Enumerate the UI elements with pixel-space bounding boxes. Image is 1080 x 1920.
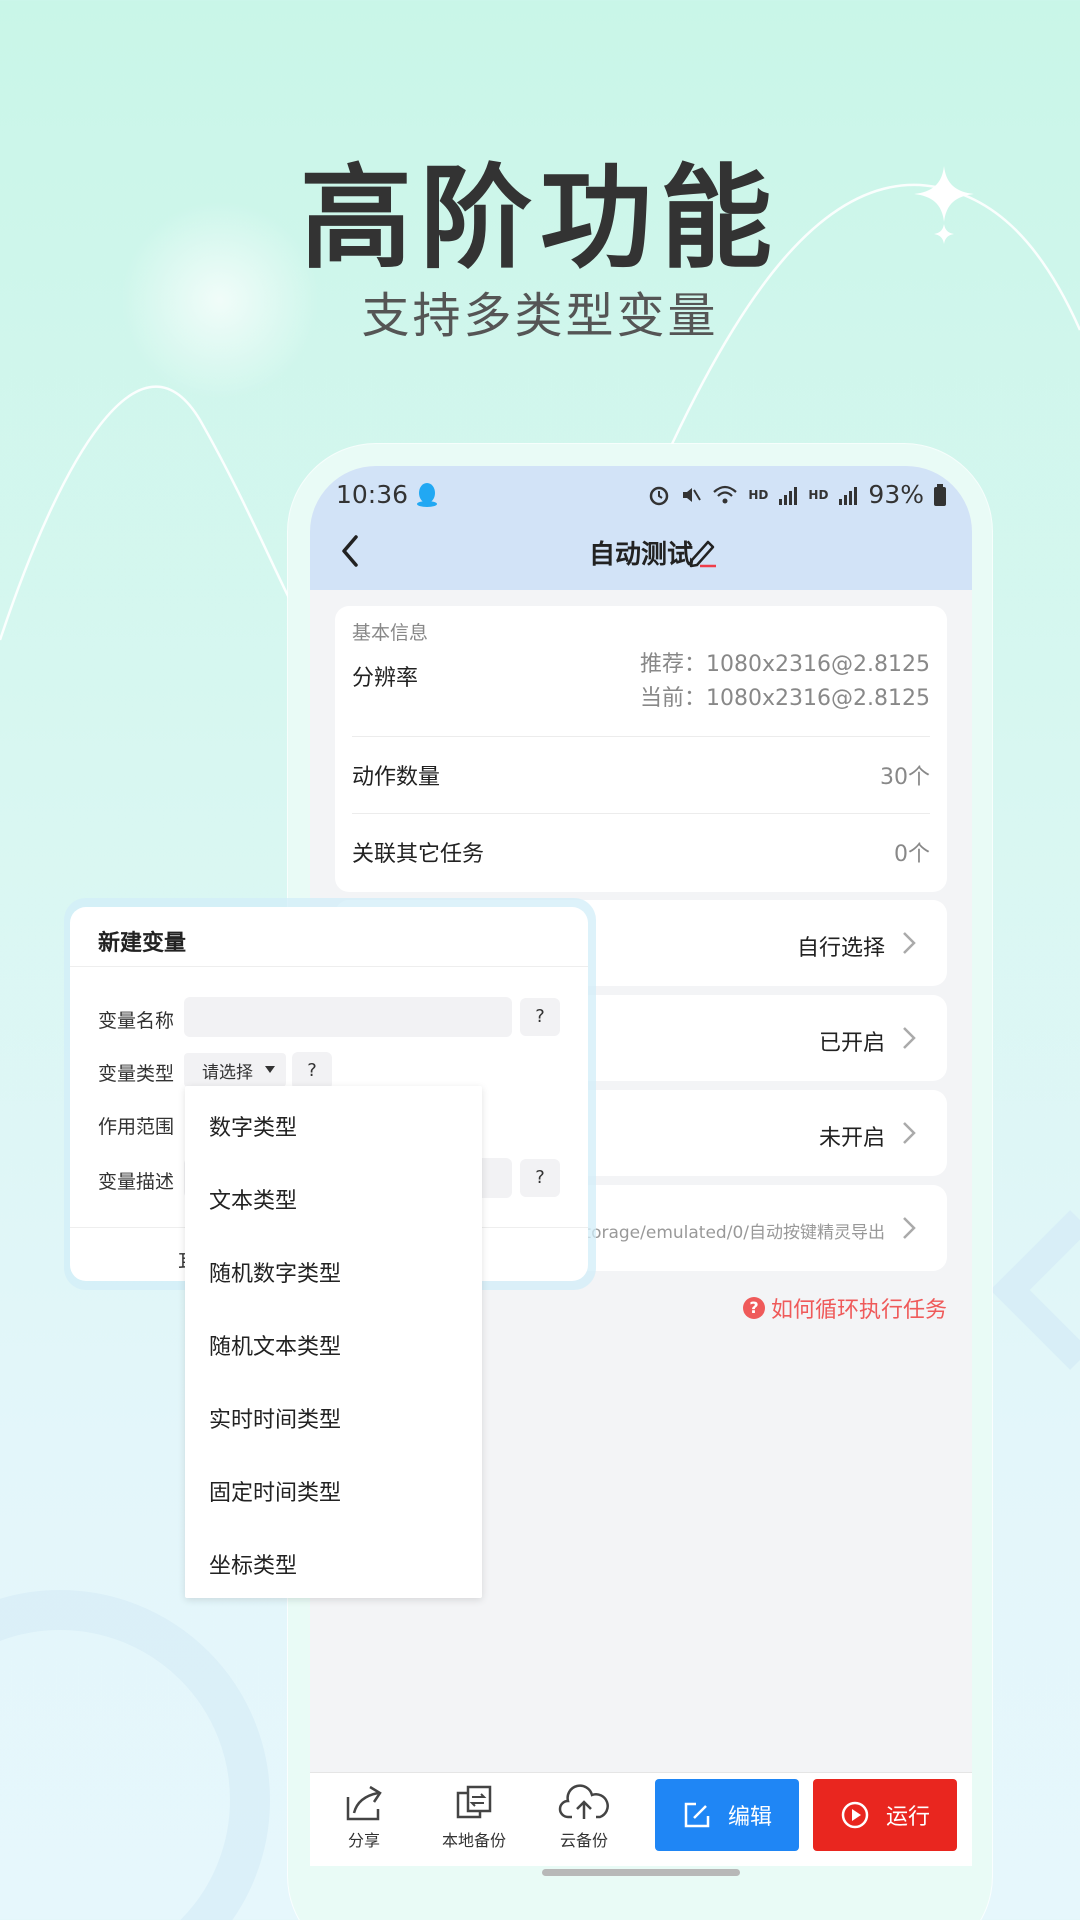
- loop-help-link[interactable]: ? 如何循环执行任务: [742, 1292, 947, 1324]
- linked-tasks-value: 0个: [894, 842, 930, 867]
- bottom-toolbar: 分享 本地备份 云备份 编辑 运行: [310, 1772, 972, 1866]
- hd-badge-2: HD: [808, 487, 829, 502]
- variable-name-input[interactable]: [184, 997, 512, 1037]
- mute-icon: [683, 487, 702, 502]
- promo-subline: 支持多类型变量: [361, 288, 719, 344]
- status-time: 10:36: [336, 480, 438, 509]
- dropdown-option[interactable]: 坐标类型: [209, 1548, 297, 1580]
- divider: [70, 966, 588, 967]
- app-header: 10:36 HD HD 93% 自动测试: [310, 466, 972, 590]
- linked-tasks-label: 关联其它任务: [352, 842, 485, 867]
- basic-info-card: 基本信息 分辨率 推荐：1080x2316@2.8125 当前：1080x231…: [335, 606, 947, 892]
- name-help-button[interactable]: ?: [520, 998, 560, 1036]
- promo-headline: 高阶功能: [300, 154, 780, 284]
- variable-name-label: 变量名称: [98, 1010, 175, 1032]
- dropdown-option[interactable]: 随机文本类型: [209, 1329, 341, 1361]
- local-backup-button[interactable]: 本地备份: [424, 1783, 524, 1851]
- edit-square-icon: [684, 1802, 710, 1828]
- battery-icon: [934, 483, 946, 506]
- resolution-current: 当前：1080x2316@2.8125: [640, 686, 930, 711]
- variable-type-select[interactable]: 请选择: [184, 1053, 286, 1087]
- share-icon: [346, 1785, 382, 1821]
- run-button[interactable]: 运行: [813, 1779, 957, 1851]
- hd-badge: HD: [748, 487, 769, 502]
- action-count-value: 30个: [880, 765, 930, 790]
- type-help-button[interactable]: ?: [292, 1052, 332, 1090]
- variable-type-dropdown: 数字类型 文本类型 随机数字类型 随机文本类型 实时时间类型 固定时间类型 坐标…: [185, 1086, 482, 1598]
- resolution-recommended: 推荐：1080x2316@2.8125: [640, 652, 930, 677]
- battery-percent: 93%: [868, 480, 924, 509]
- resolution-label: 分辨率: [352, 666, 419, 691]
- dropdown-option[interactable]: 数字类型: [209, 1110, 297, 1142]
- cloud-backup-button[interactable]: 云备份: [534, 1783, 634, 1851]
- qq-penguin-icon: [417, 482, 438, 507]
- share-button[interactable]: 分享: [314, 1783, 414, 1851]
- edit-button[interactable]: 编辑: [655, 1779, 799, 1851]
- chevron-right-icon: [903, 932, 916, 954]
- dropdown-option[interactable]: 文本类型: [209, 1183, 297, 1215]
- variable-type-label: 变量类型: [98, 1063, 175, 1085]
- alarm-icon: [650, 486, 669, 505]
- question-icon: ?: [742, 1297, 765, 1319]
- action-count-label: 动作数量: [352, 765, 441, 790]
- divider: [352, 813, 930, 814]
- signal-icon-2: [839, 486, 858, 505]
- export-path: storage/emulated/0/自动按键精灵导出: [575, 1223, 885, 1243]
- wifi-icon: [713, 485, 738, 503]
- variable-description-label: 变量描述: [98, 1171, 175, 1193]
- edit-pencil-icon[interactable]: [686, 536, 718, 568]
- settings-row-value: 自行选择: [796, 936, 885, 961]
- section-label: 基本信息: [352, 622, 429, 644]
- home-indicator[interactable]: [542, 1869, 740, 1876]
- chevron-right-icon: [903, 1122, 916, 1144]
- dropdown-option[interactable]: 随机数字类型: [209, 1256, 341, 1288]
- divider: [352, 736, 930, 737]
- page-title: 自动测试: [588, 540, 693, 570]
- chevron-right-icon: [903, 1217, 916, 1239]
- status-icons: HD HD 93%: [648, 480, 946, 509]
- dropdown-option[interactable]: 固定时间类型: [209, 1475, 341, 1507]
- settings-row-value: 未开启: [818, 1126, 885, 1151]
- dialog-title: 新建变量: [98, 931, 187, 956]
- description-help-button[interactable]: ?: [520, 1159, 560, 1197]
- scope-label: 作用范围: [98, 1116, 175, 1138]
- signal-icon: [779, 486, 798, 505]
- cloud-upload-icon: [558, 1784, 609, 1819]
- play-circle-icon: [841, 1801, 869, 1829]
- local-backup-icon: [456, 1785, 492, 1819]
- chevron-right-icon: [903, 1027, 916, 1049]
- dropdown-arrow-icon: [265, 1066, 275, 1073]
- dropdown-option[interactable]: 实时时间类型: [209, 1402, 341, 1434]
- settings-row-value: 已开启: [818, 1031, 885, 1056]
